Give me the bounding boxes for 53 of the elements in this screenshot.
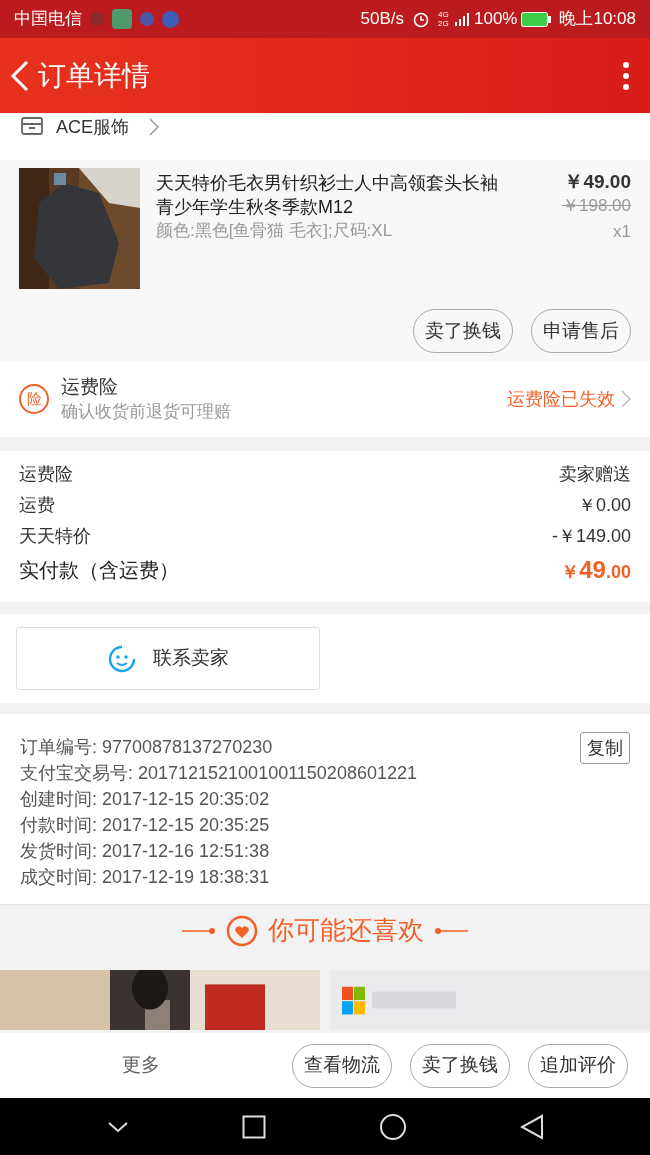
product-title[interactable]: 天天特价毛衣男针织衫士人中高领套头长袖青少年学生秋冬季款M12 [156, 168, 507, 219]
fee-value: 卖家赠送 [559, 463, 631, 486]
order-info-line: 支付宝交易号: 2017121521001001150208601221 [20, 762, 417, 785]
chevron-right-icon [621, 390, 631, 408]
insurance-badge: 险 [19, 384, 49, 414]
decorative-line-icon [182, 926, 216, 935]
fee-label: 天天特价 [19, 525, 91, 548]
order-info-line: 成交时间: 2017-12-19 18:38:31 [20, 866, 270, 889]
battery-percent-text: 100% [473, 8, 518, 31]
network-type-text: 4G 2G [437, 10, 450, 28]
store-row[interactable]: ACE服饰 [0, 113, 650, 160]
insurance-subtitle: 确认收货前退货可理赔 [61, 401, 231, 423]
home-icon[interactable] [378, 1112, 407, 1141]
decorative-line-icon [434, 926, 468, 935]
recommend-title: 你可能还喜欢 [268, 914, 424, 947]
product-price: ￥49.00 [564, 170, 631, 194]
alarm-icon [411, 10, 430, 28]
chevron-down-icon[interactable] [106, 1119, 129, 1134]
app-icon [112, 9, 132, 29]
signal-icon [453, 11, 470, 27]
order-info-line: 创建时间: 2017-12-15 20:35:02 [20, 788, 270, 811]
insurance-status: 运费险已失效 [507, 387, 615, 411]
battery-icon [521, 11, 552, 27]
quantity-text: x1 [613, 221, 631, 243]
fee-value: ￥0.00 [577, 494, 631, 517]
contact-seller-button[interactable]: 联系卖家 [16, 627, 320, 690]
total-label: 实付款（含运费） [19, 558, 179, 583]
recent-apps-icon[interactable] [241, 1114, 266, 1139]
fee-value: -￥149.00 [551, 525, 631, 548]
insurance-row[interactable]: 险 运费险 确认收货前退货可理赔 运费险已失效 [0, 361, 650, 437]
store-name: ACE服饰 [56, 115, 129, 139]
more-options-icon[interactable] [622, 60, 630, 91]
chevron-right-icon [149, 118, 159, 136]
insurance-title: 运费险 [61, 375, 119, 399]
chat-face-icon [107, 643, 137, 674]
total-amount: ￥49.00 [561, 555, 631, 585]
copy-button[interactable]: 复制 [580, 732, 630, 764]
order-info-line: 付款时间: 2017-12-15 20:35:25 [20, 814, 270, 837]
product-sku: 颜色:黑色[鱼骨猫 毛衣];尺码:XL [156, 220, 394, 242]
back-icon[interactable] [519, 1113, 544, 1140]
page-title: 订单详情 [38, 58, 150, 93]
app-icon [162, 10, 179, 28]
app-icon [140, 12, 154, 26]
store-icon [20, 116, 44, 136]
clock-text: 晚上10:08 [559, 8, 636, 31]
fee-label: 运费 [19, 494, 55, 517]
more-link[interactable]: 更多 [122, 1051, 160, 1080]
network-speed-text: 50B/s [360, 8, 404, 31]
order-info-line: 订单编号: 97700878137270230 [20, 736, 273, 759]
fee-label: 运费险 [19, 463, 73, 486]
original-price: ￥198.00 [562, 195, 631, 217]
order-info-line: 发货时间: 2017-12-16 12:51:38 [20, 840, 270, 863]
carrier-text: 中国电信 [14, 8, 82, 31]
